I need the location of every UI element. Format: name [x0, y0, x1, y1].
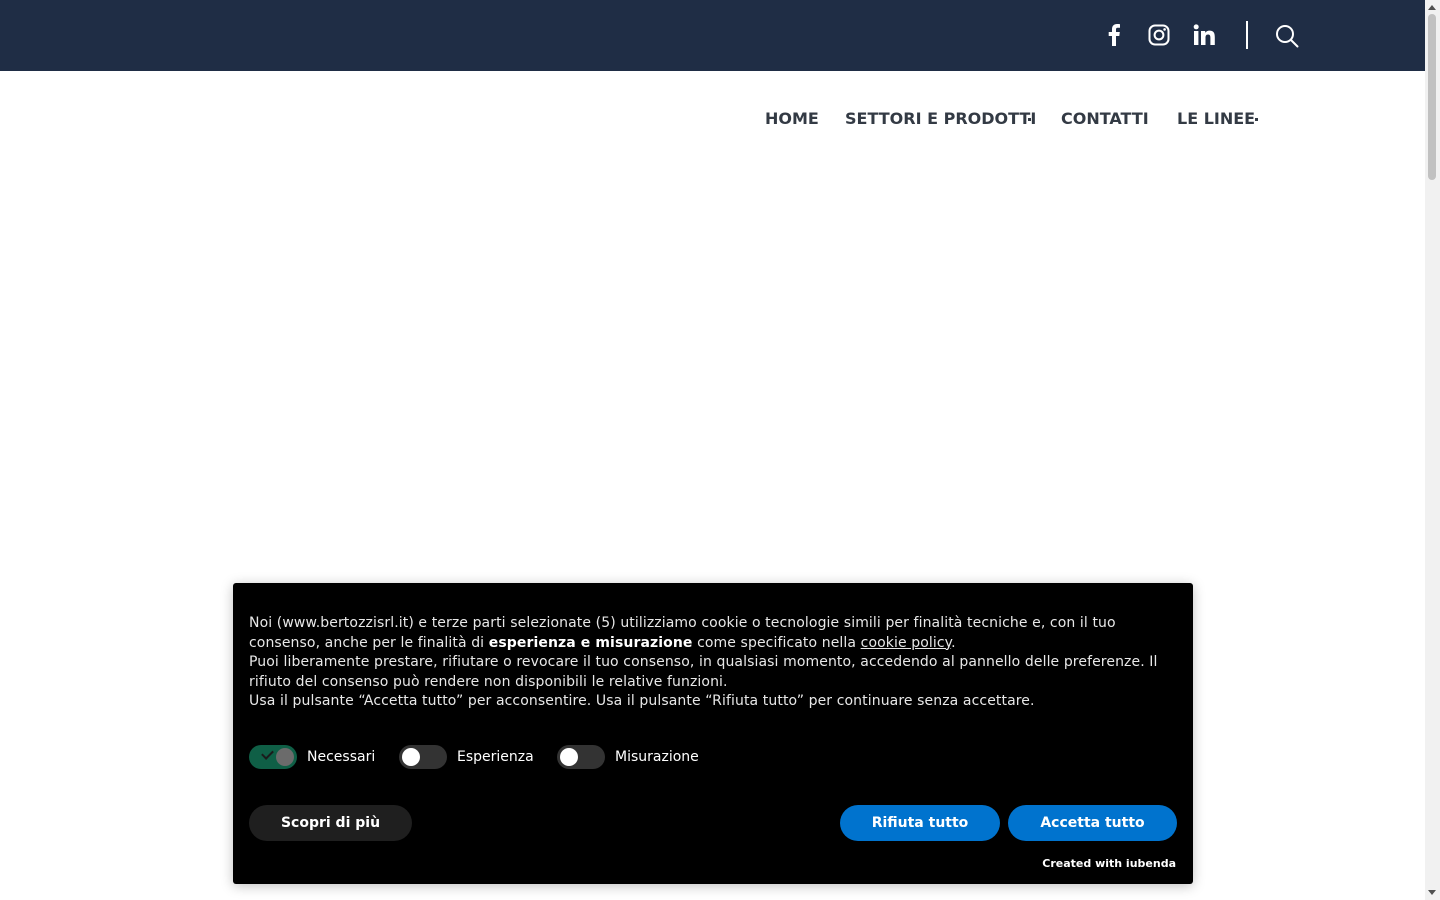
linkedin-icon[interactable]: [1192, 22, 1216, 48]
cookie-notice-text: Noi (www.bertozzisrl.it) e terze parti s…: [249, 614, 1189, 712]
esperienza-switch[interactable]: [399, 745, 447, 769]
submenu-indicator-icon: [1255, 118, 1258, 121]
scroll-up-arrow-icon[interactable]: [1428, 5, 1436, 10]
accept-all-button[interactable]: Accetta tutto: [1008, 805, 1177, 841]
cookie-text-instructions: Usa il pulsante “Accetta tutto” per acco…: [249, 693, 1035, 709]
toggle-misurazione: Misurazione: [557, 745, 699, 769]
switch-knob: [402, 748, 420, 766]
nav-item-contatti[interactable]: CONTATTI: [1061, 108, 1149, 130]
main-nav: HOME SETTORI E PRODOTTI CONTATTI LE LINE…: [0, 108, 1425, 130]
cookie-text-preferences: Puoi liberamente prestare, rifiutare o r…: [249, 654, 1158, 690]
reject-all-button[interactable]: Rifiuta tutto: [840, 805, 1000, 841]
instagram-icon[interactable]: [1147, 22, 1171, 48]
necessari-label: Necessari: [307, 749, 376, 765]
nav-item-home[interactable]: HOME: [765, 108, 819, 130]
necessari-switch[interactable]: [249, 745, 297, 769]
cookie-text-purposes: esperienza e misurazione: [488, 634, 693, 651]
submenu-indicator-icon: [1028, 118, 1031, 121]
check-icon: [261, 747, 274, 760]
learn-more-button[interactable]: Scopri di più: [249, 805, 412, 841]
nav-item-le-linee[interactable]: LE LINEE: [1177, 108, 1255, 130]
misurazione-switch[interactable]: [557, 745, 605, 769]
switch-knob: [276, 748, 294, 766]
cookie-text-period: .: [951, 634, 956, 651]
toggle-esperienza: Esperienza: [399, 745, 534, 769]
scrollbar-thumb[interactable]: [1428, 14, 1436, 180]
iubenda-credit-link[interactable]: Created with iubenda: [1042, 857, 1176, 870]
misurazione-label: Misurazione: [615, 749, 699, 765]
scroll-down-arrow-icon[interactable]: [1428, 890, 1436, 895]
cookie-text-mid: come specificato nella: [692, 634, 861, 651]
search-icon[interactable]: [1274, 23, 1300, 49]
switch-knob: [560, 748, 578, 766]
esperienza-label: Esperienza: [457, 749, 534, 765]
cookie-policy-link[interactable]: cookie policy: [861, 635, 951, 651]
top-bar: [0, 0, 1425, 71]
toggle-necessari: Necessari: [249, 745, 375, 769]
cookie-consent-banner: Noi (www.bertozzisrl.it) e terze parti s…: [233, 583, 1193, 884]
nav-item-settori-e-prodotti[interactable]: SETTORI E PRODOTTI: [845, 108, 1036, 130]
facebook-icon[interactable]: [1104, 22, 1124, 48]
page-scrollbar[interactable]: [1425, 0, 1440, 900]
topbar-divider: [1246, 21, 1248, 49]
